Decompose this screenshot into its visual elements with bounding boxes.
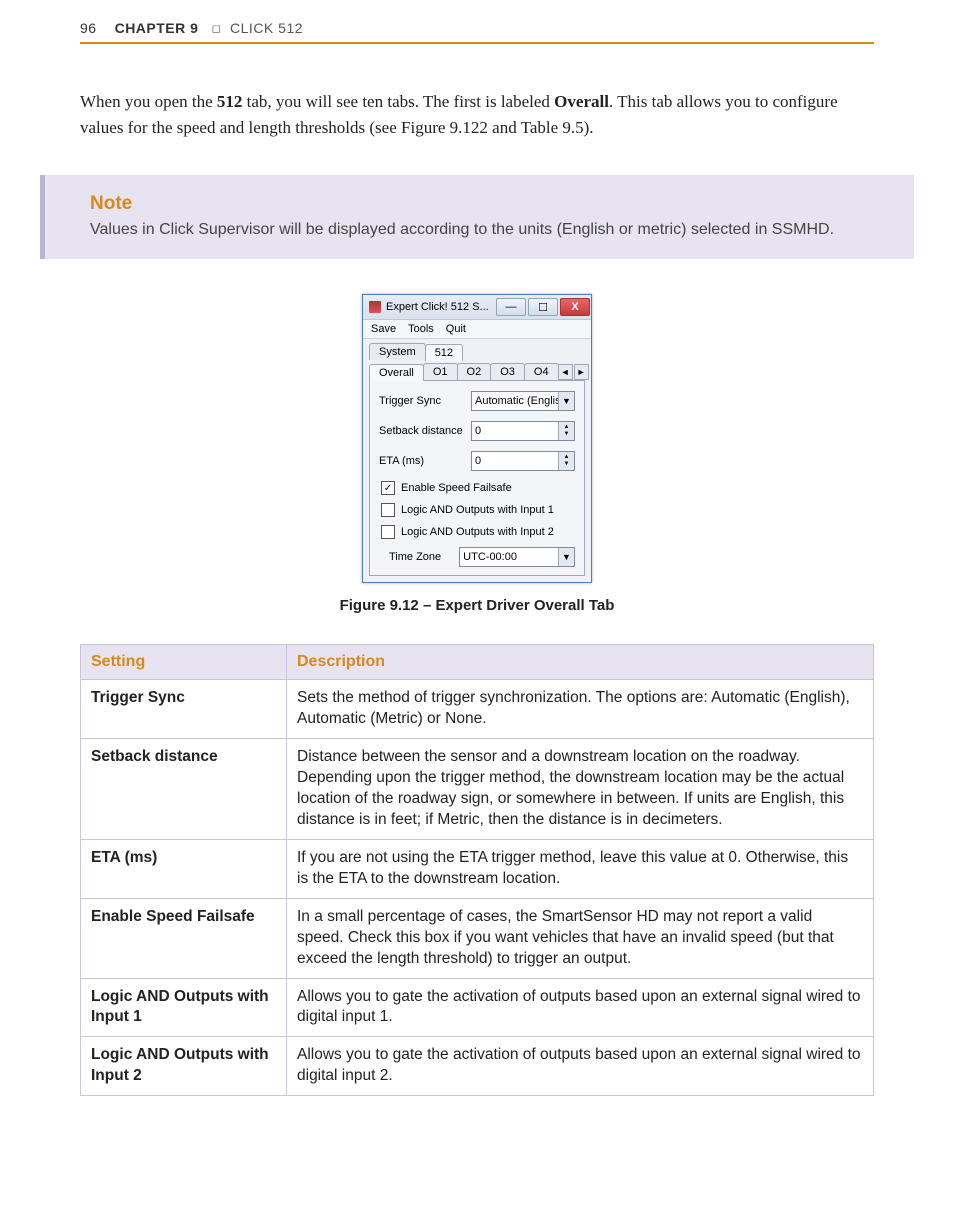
tabs-sub: Overall O1 O2 O3 O4 ◄ ► xyxy=(363,359,591,380)
window-title: Expert Click! 512 S... xyxy=(386,301,495,313)
tab-o2[interactable]: O2 xyxy=(457,363,492,380)
col-setting: Setting xyxy=(81,645,287,680)
minimize-icon: — xyxy=(506,301,517,313)
menu-quit[interactable]: Quit xyxy=(446,323,466,335)
chevron-right-icon: ► xyxy=(577,367,586,377)
logic-and-input2-row[interactable]: Logic AND Outputs with Input 2 xyxy=(381,525,575,539)
expert-dialog: Expert Click! 512 S... — ☐ X Save Tools … xyxy=(362,294,592,583)
timezone-label: Time Zone xyxy=(389,551,441,563)
app-icon xyxy=(369,301,381,313)
setting-desc: In a small percentage of cases, the Smar… xyxy=(287,898,874,978)
note-title: Note xyxy=(90,193,884,215)
tab-o4[interactable]: O4 xyxy=(524,363,559,380)
setting-name: Setback distance xyxy=(81,739,287,840)
setting-name: Logic AND Outputs with Input 2 xyxy=(81,1037,287,1096)
checkbox-checked-icon[interactable]: ✓ xyxy=(381,481,395,495)
tab-system[interactable]: System xyxy=(369,343,426,360)
setback-input[interactable]: 0 ▲▼ xyxy=(471,421,575,441)
enable-speed-failsafe-row[interactable]: ✓ Enable Speed Failsafe xyxy=(381,481,575,495)
setback-value: 0 xyxy=(475,425,481,437)
eta-value: 0 xyxy=(475,455,481,467)
logic-and-input1-row[interactable]: Logic AND Outputs with Input 1 xyxy=(381,503,575,517)
chapter-number: CHAPTER 9 xyxy=(115,20,199,36)
timezone-combo[interactable]: UTC-00:00 ▼ xyxy=(459,547,575,567)
figure-caption: Figure 9.12 – Expert Driver Overall Tab xyxy=(340,597,615,614)
overall-panel: Trigger Sync Automatic (English) ▼ Setba… xyxy=(369,380,585,576)
titlebar[interactable]: Expert Click! 512 S... — ☐ X xyxy=(363,295,591,320)
note-body: Values in Click Supervisor will be displ… xyxy=(90,219,884,241)
col-description: Description xyxy=(287,645,874,680)
setting-desc: Allows you to gate the activation of out… xyxy=(287,1037,874,1096)
table-row: Enable Speed Failsafe In a small percent… xyxy=(81,898,874,978)
tab-scroll-right[interactable]: ► xyxy=(574,364,589,380)
setback-label: Setback distance xyxy=(379,425,471,437)
tab-overall[interactable]: Overall xyxy=(369,364,424,381)
timezone-value: UTC-00:00 xyxy=(463,551,517,563)
eta-label: ETA (ms) xyxy=(379,455,471,467)
table-row: Trigger Sync Sets the method of trigger … xyxy=(81,680,874,739)
table-row: Setback distance Distance between the se… xyxy=(81,739,874,840)
note-box: Note Values in Click Supervisor will be … xyxy=(40,175,914,259)
trigger-sync-label: Trigger Sync xyxy=(379,395,471,407)
trigger-sync-value: Automatic (English) xyxy=(475,395,570,407)
table-row: ETA (ms) If you are not using the ETA tr… xyxy=(81,839,874,898)
maximize-button[interactable]: ☐ xyxy=(528,298,558,316)
checkbox-unchecked-icon[interactable] xyxy=(381,503,395,517)
chapter-sep: ◻ CLICK 512 xyxy=(203,20,303,36)
setting-desc: Distance between the sensor and a downst… xyxy=(287,739,874,840)
setting-name: Enable Speed Failsafe xyxy=(81,898,287,978)
tab-scroll-left[interactable]: ◄ xyxy=(558,364,573,380)
tab-o1[interactable]: O1 xyxy=(423,363,458,380)
table-row: Logic AND Outputs with Input 1 Allows yo… xyxy=(81,978,874,1037)
close-button[interactable]: X xyxy=(560,298,590,316)
tab-o3[interactable]: O3 xyxy=(490,363,525,380)
maximize-icon: ☐ xyxy=(538,301,548,314)
setting-desc: If you are not using the ETA trigger met… xyxy=(287,839,874,898)
checkbox-unchecked-icon[interactable] xyxy=(381,525,395,539)
close-icon: X xyxy=(571,301,578,313)
setting-name: Logic AND Outputs with Input 1 xyxy=(81,978,287,1037)
page-number: 96 xyxy=(80,20,97,36)
setting-desc: Sets the method of trigger synchronizati… xyxy=(287,680,874,739)
spinner-icon[interactable]: ▲▼ xyxy=(558,422,574,440)
intro-paragraph: When you open the 512 tab, you will see … xyxy=(80,89,874,140)
tab-scroll: ◄ ► xyxy=(558,364,589,380)
tabs-top: System 512 xyxy=(363,339,591,360)
chevron-left-icon: ◄ xyxy=(561,367,570,377)
table-row: Logic AND Outputs with Input 2 Allows yo… xyxy=(81,1037,874,1096)
chevron-down-icon: ▼ xyxy=(558,392,574,410)
tab-512[interactable]: 512 xyxy=(425,344,463,361)
minimize-button[interactable]: — xyxy=(496,298,526,316)
page-header: 96 CHAPTER 9 ◻ CLICK 512 xyxy=(80,20,874,44)
trigger-sync-combo[interactable]: Automatic (English) ▼ xyxy=(471,391,575,411)
spinner-icon[interactable]: ▲▼ xyxy=(558,452,574,470)
chevron-down-icon: ▼ xyxy=(558,548,574,566)
eta-input[interactable]: 0 ▲▼ xyxy=(471,451,575,471)
enable-speed-failsafe-label: Enable Speed Failsafe xyxy=(401,482,512,494)
settings-table: Setting Description Trigger Sync Sets th… xyxy=(80,644,874,1096)
logic-and-input1-label: Logic AND Outputs with Input 1 xyxy=(401,504,554,516)
menu-tools[interactable]: Tools xyxy=(408,323,434,335)
menubar: Save Tools Quit xyxy=(363,320,591,339)
setting-desc: Allows you to gate the activation of out… xyxy=(287,978,874,1037)
chapter-label: CHAPTER 9 ◻ CLICK 512 xyxy=(115,20,303,36)
setting-name: ETA (ms) xyxy=(81,839,287,898)
menu-save[interactable]: Save xyxy=(371,323,396,335)
logic-and-input2-label: Logic AND Outputs with Input 2 xyxy=(401,526,554,538)
setting-name: Trigger Sync xyxy=(81,680,287,739)
